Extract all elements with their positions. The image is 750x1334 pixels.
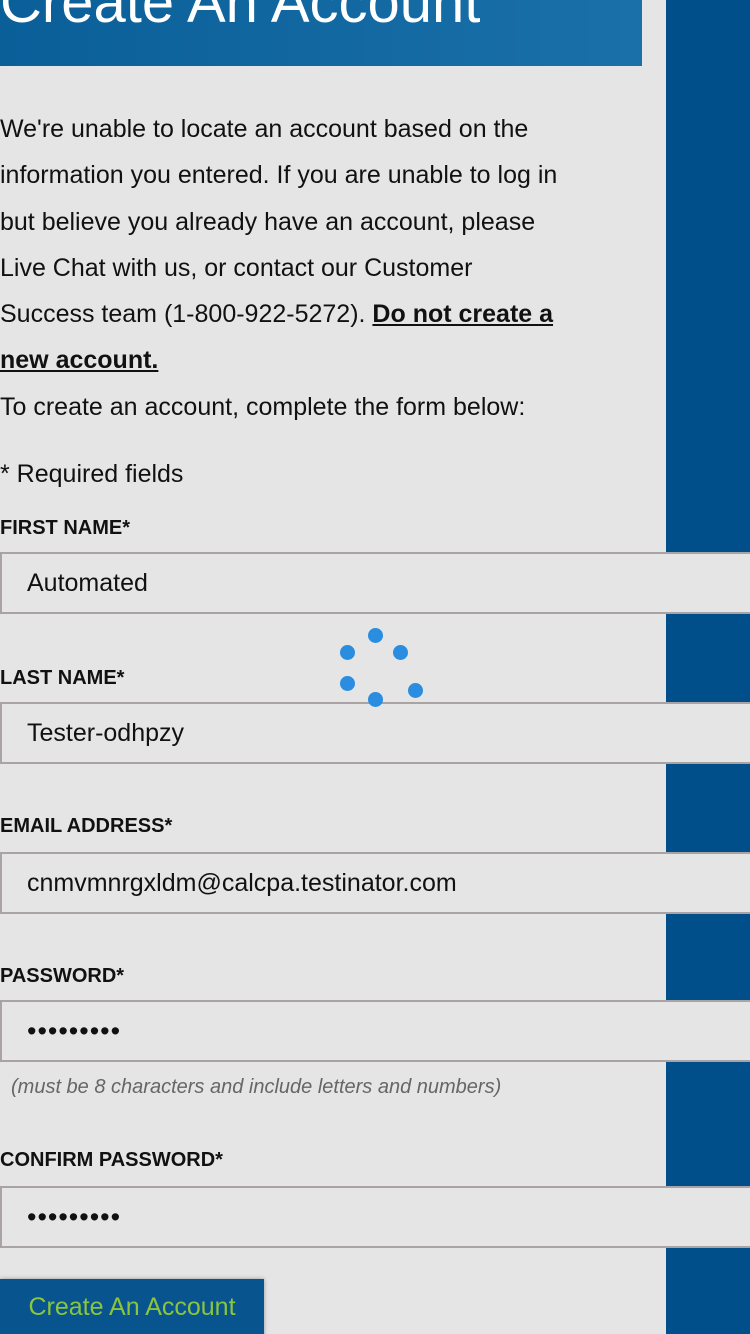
confirm-password-field[interactable]: ••••••••• [0,1186,750,1248]
create-account-page: Create An Account We're unable to locate… [0,0,750,1334]
last-name-label: LAST NAME* [0,667,125,689]
create-account-button[interactable]: Create An Account [0,1279,264,1334]
spinner-dot [368,692,383,707]
password-hint: (must be 8 characters and include letter… [11,1076,502,1098]
spinner-dot [340,645,355,660]
spinner-dot [393,645,408,660]
confirm-password-label: CONFIRM PASSWORD* [0,1149,223,1171]
password-field[interactable]: ••••••••• [0,1000,750,1062]
intro-text: We're unable to locate an account based … [0,115,558,329]
page-title: Create An Account [0,0,481,35]
spinner-dot [408,683,423,698]
spinner-dot [340,676,355,691]
spinner-dot [368,628,383,643]
password-label: PASSWORD* [0,965,125,987]
email-field[interactable]: cnmvmnrgxldm@calcpa.testinator.com [0,852,750,914]
loading-spinner-icon [330,620,430,720]
intro-message: We're unable to locate an account based … [0,106,560,430]
required-fields-note: * Required fields [0,460,184,488]
email-label: EMAIL ADDRESS* [0,815,173,837]
right-side-bar [666,0,750,1334]
first-name-label: FIRST NAME* [0,517,130,539]
form-instruction: To create an account, complete the form … [0,392,526,421]
page-header: Create An Account [0,0,642,66]
first-name-field[interactable]: Automated [0,552,750,614]
